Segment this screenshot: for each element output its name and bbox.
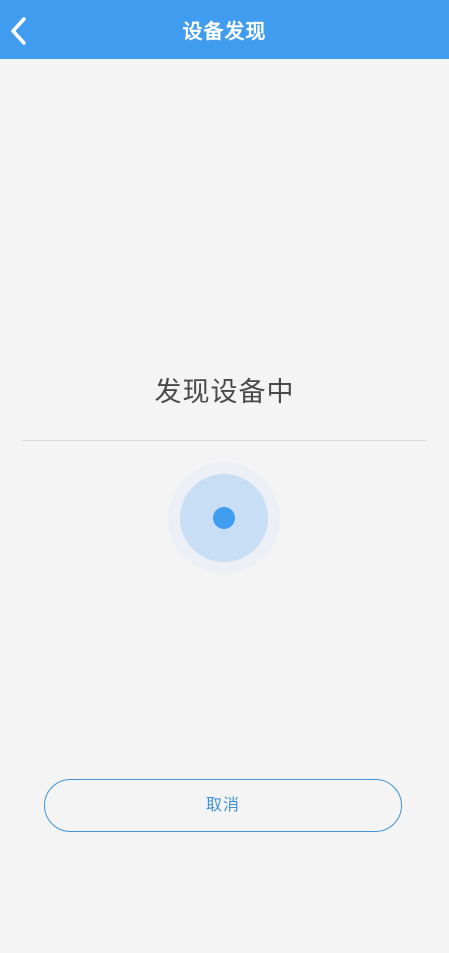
- cancel-button[interactable]: 取消: [44, 779, 402, 832]
- page-title: 设备发现: [182, 19, 267, 43]
- scan-indicator-dot: [213, 507, 235, 529]
- discovery-status-text: 发现设备中: [154, 377, 295, 408]
- divider: [22, 440, 427, 441]
- app-header: 设备发现: [0, 0, 449, 59]
